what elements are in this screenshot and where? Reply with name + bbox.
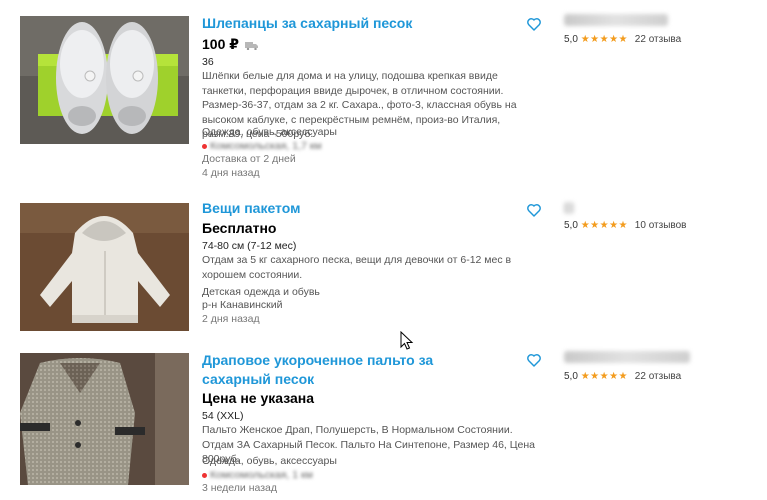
coat-photo bbox=[20, 353, 189, 485]
star-icon: ★★★★★ bbox=[580, 220, 629, 231]
price-value: 100 ₽ bbox=[202, 36, 239, 52]
heart-outline-icon[interactable] bbox=[526, 352, 542, 368]
heart-outline-icon[interactable] bbox=[526, 202, 542, 218]
rating-value: 5,0 bbox=[564, 371, 578, 382]
heart-outline-icon[interactable] bbox=[526, 16, 542, 32]
star-icon: ★★★★★ bbox=[580, 371, 629, 382]
truck-icon bbox=[245, 36, 258, 54]
seller-name[interactable] bbox=[564, 14, 668, 26]
listing-photo[interactable] bbox=[20, 203, 189, 331]
listing-date: 2 дня назад bbox=[202, 313, 260, 325]
reviews-count[interactable]: 22 отзыва bbox=[635, 34, 681, 45]
listing-date: 3 недели назад bbox=[202, 482, 277, 494]
listing-category: Одежда, обувь, аксессуары bbox=[202, 455, 337, 467]
listing-size: 36 bbox=[202, 56, 214, 68]
listing-location: р-н Канавинский bbox=[202, 299, 283, 311]
listing-size: 54 (XXL) bbox=[202, 410, 244, 422]
location-text: Комсомольская, 1 км bbox=[210, 469, 313, 481]
location-text: Комсомольская, 1,7 км bbox=[210, 140, 322, 152]
listing-location: Комсомольская, 1 км bbox=[202, 468, 313, 482]
listing-category: Детская одежда и обувь bbox=[202, 286, 320, 298]
listing-photo[interactable] bbox=[20, 353, 189, 485]
listing-photo[interactable] bbox=[20, 16, 189, 144]
listing-title[interactable]: Вещи пакетом bbox=[202, 199, 502, 218]
metro-dot-icon bbox=[202, 143, 207, 149]
seller-rating: 5,0 ★★★★★ 10 отзывов bbox=[564, 219, 686, 232]
listing-description: Отдам за 5 кг сахарного песка, вещи для … bbox=[202, 254, 512, 281]
listing-price: Цена не указана bbox=[202, 390, 314, 406]
seller-rating: 5,0 ★★★★★ 22 отзыва bbox=[564, 33, 681, 46]
seller-rating: 5,0 ★★★★★ 22 отзыва bbox=[564, 370, 681, 383]
rating-value: 5,0 bbox=[564, 220, 578, 231]
seller-name[interactable] bbox=[564, 351, 690, 363]
mouse-cursor-icon bbox=[400, 330, 414, 356]
listing-category: Одежда, обувь, аксессуары bbox=[202, 126, 337, 138]
listing-price: Бесплатно bbox=[202, 220, 277, 236]
reviews-count[interactable]: 22 отзыва bbox=[635, 371, 681, 382]
reviews-count[interactable]: 10 отзывов bbox=[635, 220, 687, 231]
seller-name[interactable] bbox=[564, 202, 574, 214]
slippers-photo bbox=[20, 16, 189, 144]
baby-jacket-photo bbox=[20, 203, 189, 331]
listing-title[interactable]: Драповое укороченное пальто за сахарный … bbox=[202, 351, 502, 389]
listing-date: 4 дня назад bbox=[202, 167, 260, 179]
star-icon: ★★★★★ bbox=[580, 34, 629, 45]
metro-dot-icon bbox=[202, 472, 207, 478]
listing-location: Комсомольская, 1,7 км bbox=[202, 139, 322, 153]
rating-value: 5,0 bbox=[564, 34, 578, 45]
listing-size: 74-80 см (7-12 мес) bbox=[202, 240, 297, 252]
listing-delivery: Доставка от 2 дней bbox=[202, 153, 296, 165]
listing-price: 100 ₽ bbox=[202, 35, 258, 54]
listing-title[interactable]: Шлепанцы за сахарный песок bbox=[202, 14, 502, 33]
